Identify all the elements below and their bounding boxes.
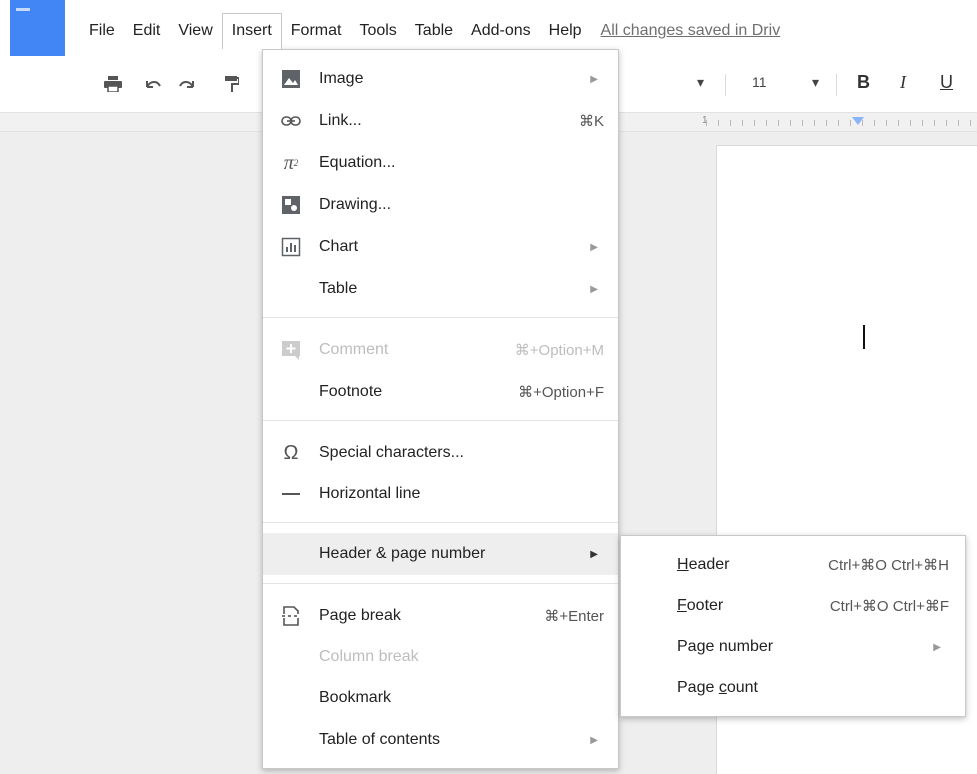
text-cursor	[863, 325, 865, 349]
link-icon	[279, 109, 303, 133]
menu-item-label: Special characters...	[319, 444, 464, 461]
menu-item-label: Chart	[319, 238, 359, 255]
menu-item-equation[interactable]: π2 Equation...	[263, 143, 618, 183]
menu-item-column-break: Column break	[263, 637, 618, 677]
menu-divider	[263, 317, 618, 318]
chart-icon	[279, 235, 303, 259]
menu-divider	[263, 583, 618, 584]
menu-item-table[interactable]: Table ▶	[263, 269, 618, 309]
submenu-arrow-icon: ▶	[590, 283, 598, 295]
menu-item-label: Header & page number	[319, 545, 486, 562]
menu-item-label: Equation...	[319, 154, 396, 171]
menu-item-shortcut: ⌘+Option+M	[514, 342, 604, 359]
docs-logo[interactable]	[10, 0, 65, 56]
drawing-icon	[279, 193, 303, 217]
menu-bar: File Edit View Insert Format Tools Table…	[80, 13, 781, 49]
submenu-item-footer[interactable]: Footer Ctrl+⌘O Ctrl+⌘F	[621, 586, 965, 626]
menu-item-label: Image	[319, 70, 364, 87]
submenu-item-page-count[interactable]: Page count	[621, 668, 965, 708]
submenu-item-label: Page count	[677, 679, 758, 696]
menu-item-header-page-number[interactable]: Header & page number ▶	[263, 533, 618, 575]
paint-format-icon[interactable]	[222, 70, 242, 98]
menu-item-label: Table	[319, 280, 358, 297]
undo-icon[interactable]	[140, 70, 166, 98]
font-dropdown-arrow[interactable]: ▾	[697, 74, 704, 91]
menu-item-shortcut: ⌘+Option+F	[518, 384, 604, 401]
menu-format[interactable]: Format	[282, 14, 351, 48]
menu-item-table-of-contents[interactable]: Table of contents ▶	[263, 720, 618, 760]
menu-item-label: Horizontal line	[319, 485, 421, 502]
submenu-item-label: Page number	[677, 638, 774, 655]
indent-marker[interactable]	[852, 117, 864, 125]
menu-view[interactable]: View	[169, 14, 221, 48]
submenu-item-shortcut: Ctrl+⌘O Ctrl+⌘F	[829, 598, 949, 615]
menu-help[interactable]: Help	[540, 14, 591, 48]
menu-item-label: Page break	[319, 607, 401, 624]
print-icon[interactable]	[100, 70, 126, 98]
menu-table[interactable]: Table	[406, 14, 462, 48]
header-page-number-submenu: Header Ctrl+⌘O Ctrl+⌘H Footer Ctrl+⌘O Ct…	[620, 535, 966, 717]
menu-item-label: Table of contents	[319, 731, 440, 748]
comment-icon	[279, 338, 303, 362]
bold-button[interactable]: B	[857, 72, 870, 93]
redo-icon[interactable]	[174, 70, 200, 98]
menu-item-drawing[interactable]: Drawing...	[263, 185, 618, 225]
submenu-arrow-icon: ▶	[590, 73, 598, 85]
page-break-icon	[279, 604, 303, 628]
submenu-arrow-icon: ▶	[933, 641, 941, 653]
menu-item-shortcut: ⌘+Enter	[544, 608, 604, 625]
menu-divider	[263, 522, 618, 523]
menu-divider	[263, 420, 618, 421]
menu-item-chart[interactable]: Chart ▶	[263, 227, 618, 267]
submenu-item-shortcut: Ctrl+⌘O Ctrl+⌘H	[828, 557, 949, 574]
menu-tools[interactable]: Tools	[350, 14, 405, 48]
submenu-arrow-icon: ▶	[590, 734, 598, 746]
menu-item-image[interactable]: Image ▶	[263, 59, 618, 99]
menu-item-horizontal-line[interactable]: Horizontal line	[263, 474, 618, 514]
menu-item-shortcut: ⌘K	[578, 113, 604, 130]
menu-item-label: Footnote	[319, 383, 383, 400]
submenu-arrow-icon: ▶	[590, 241, 598, 253]
italic-button[interactable]: I	[900, 72, 906, 93]
submenu-item-label: Footer	[677, 597, 724, 614]
image-icon	[279, 67, 303, 91]
submenu-item-header[interactable]: Header Ctrl+⌘O Ctrl+⌘H	[621, 545, 965, 585]
horizontal-line-icon	[279, 482, 303, 506]
menu-item-bookmark[interactable]: Bookmark	[263, 678, 618, 718]
menu-file[interactable]: File	[80, 14, 124, 48]
ruler-ticks	[706, 120, 976, 126]
menu-insert[interactable]: Insert	[221, 13, 282, 49]
menu-item-label: Link...	[319, 112, 362, 129]
menu-item-special-characters[interactable]: Ω Special characters...	[263, 433, 618, 473]
saved-status-link[interactable]: All changes saved in Driv	[601, 22, 781, 40]
menu-addons[interactable]: Add-ons	[462, 14, 540, 48]
insert-menu-dropdown: Image ▶ Link... ⌘K π2 Equation... Drawin…	[262, 49, 619, 769]
menu-item-comment: Comment ⌘+Option+M	[263, 330, 618, 370]
underline-button[interactable]: U	[940, 72, 953, 93]
font-size-dropdown-arrow[interactable]: ▾	[812, 74, 819, 91]
menu-item-label: Comment	[319, 341, 389, 358]
omega-icon: Ω	[283, 441, 299, 464]
font-size-input[interactable]: 11	[752, 74, 767, 90]
menu-item-label: Drawing...	[319, 196, 392, 213]
submenu-item-page-number[interactable]: Page number ▶	[621, 627, 965, 667]
menu-item-label: Bookmark	[319, 689, 392, 706]
submenu-arrow-icon: ▶	[590, 548, 598, 560]
submenu-item-label: Header	[677, 556, 730, 573]
menu-edit[interactable]: Edit	[124, 14, 170, 48]
menu-item-label: Column break	[319, 648, 419, 665]
menu-item-page-break[interactable]: Page break ⌘+Enter	[263, 596, 618, 636]
menu-item-link[interactable]: Link... ⌘K	[263, 101, 618, 141]
pi-icon: π2	[283, 151, 299, 174]
menu-item-footnote[interactable]: Footnote ⌘+Option+F	[263, 372, 618, 412]
